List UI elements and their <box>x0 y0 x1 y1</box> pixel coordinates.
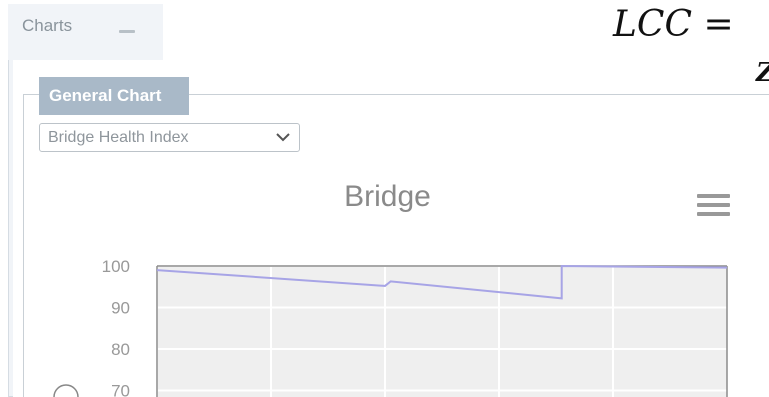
y-tick-label: 80 <box>111 340 130 359</box>
y-tick-label: 90 <box>111 299 130 318</box>
chart-svg: 100 90 80 70 <box>53 257 728 397</box>
y-axis-title-partial <box>53 384 79 397</box>
y-tick-label: 100 <box>102 257 130 276</box>
y-tick-label: 70 <box>111 382 130 397</box>
